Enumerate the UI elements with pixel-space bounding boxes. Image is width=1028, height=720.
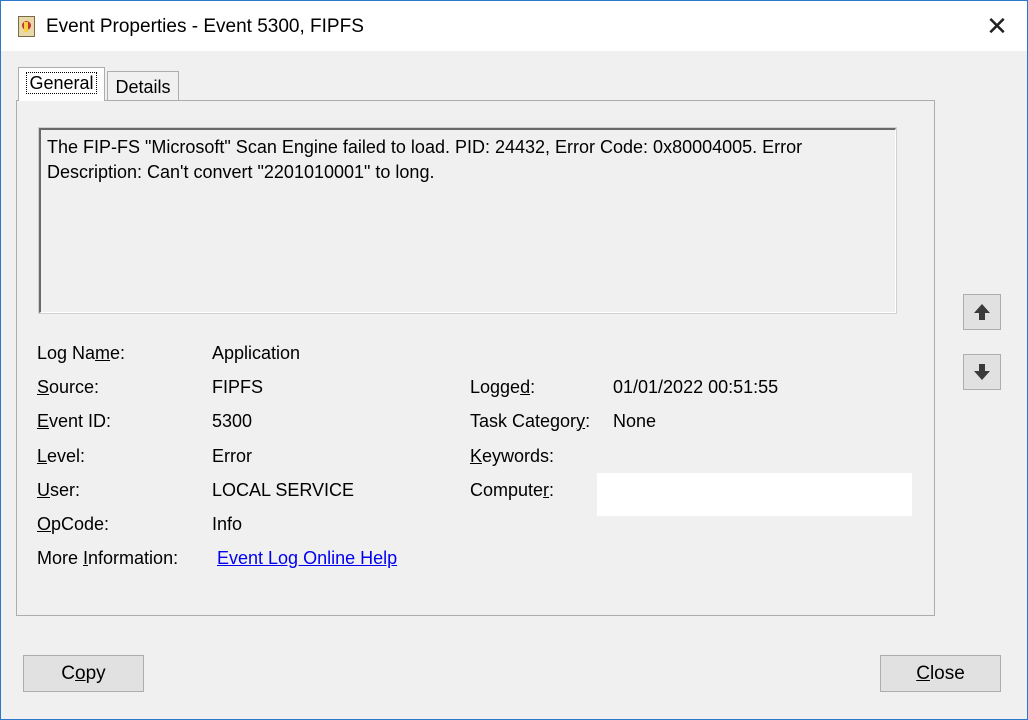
computer-label: Computer: (470, 479, 554, 501)
event-description[interactable]: The FIP-FS "Microsoft" Scan Engine faile… (38, 127, 897, 314)
event-viewer-icon (18, 16, 35, 37)
user-label-access-key: U (37, 480, 50, 500)
task-category-label: Task Category: (470, 410, 590, 432)
next-event-button[interactable] (963, 354, 1001, 390)
tab-details-label: Details (115, 77, 171, 97)
copy-button-b: py (85, 663, 106, 684)
keywords-label-access-key: K (470, 446, 483, 466)
level-value: Error (212, 446, 252, 466)
close-button-b: lose (929, 663, 965, 684)
tab-details[interactable]: Details (107, 71, 179, 101)
log-name-label-access-key: m (95, 343, 111, 363)
close-button[interactable]: Close (880, 655, 1001, 692)
user-label: User: (37, 479, 80, 501)
source-label-b: ource: (49, 377, 100, 397)
computer-label-b: : (549, 480, 555, 500)
event-id-label: Event ID: (37, 410, 111, 432)
task-category-label-a: Task Categor (470, 411, 577, 431)
logged-label-access-key: d (520, 377, 531, 397)
logged-value: 01/01/2022 00:51:55 (613, 377, 779, 397)
computer-label-a: Compute (470, 480, 544, 500)
logged-label-b: : (530, 377, 536, 397)
close-icon[interactable]: ✕ (983, 13, 1011, 39)
logged-label: Logged: (470, 376, 535, 398)
user-value: LOCAL SERVICE (212, 480, 355, 500)
event-log-online-help-link[interactable]: Event Log Online Help (217, 547, 397, 569)
event-id-label-access-key: E (37, 411, 50, 431)
more-information-label: More Information: (37, 547, 178, 569)
source-value: FIPFS (212, 377, 264, 397)
level-label-b: evel: (47, 446, 86, 466)
log-name-value: Application (212, 343, 301, 363)
opcode-label: OpCode: (37, 513, 109, 535)
window-title: Event Properties - Event 5300, FIPFS (46, 16, 364, 37)
event-id-value: 5300 (212, 411, 253, 431)
tab-general-label: General (26, 72, 97, 94)
source-label: Source: (37, 376, 99, 398)
logged-label-a: Logge (470, 377, 521, 397)
keywords-label-b: eywords: (482, 446, 555, 466)
user-label-b: ser: (50, 480, 81, 500)
more-information-label-b: nformation: (88, 548, 179, 568)
level-label: Level: (37, 445, 85, 467)
event-id-label-b: vent ID: (49, 411, 112, 431)
log-name-label-a: Log Na (37, 343, 96, 363)
task-category-value: None (613, 411, 657, 431)
opcode-value: Info (212, 514, 243, 534)
source-label-access-key: S (37, 377, 50, 397)
task-category-label-b: : (585, 411, 591, 431)
more-information-label-a: More (37, 548, 84, 568)
title-bar: Event Properties - Event 5300, FIPFS ✕ (1, 1, 1027, 51)
task-category-label-access-key: y (576, 411, 586, 431)
previous-event-button[interactable] (963, 294, 1001, 330)
close-button-access-key: C (916, 663, 930, 684)
copy-button[interactable]: Copy (23, 655, 144, 692)
tab-general[interactable]: General (18, 67, 105, 101)
keywords-label: Keywords: (470, 445, 554, 467)
log-name-label-b: e: (110, 343, 126, 363)
arrow-up-icon (974, 304, 990, 320)
copy-button-a: C (61, 663, 76, 684)
arrow-down-icon (974, 364, 990, 380)
opcode-label-access-key: O (37, 514, 52, 534)
opcode-label-b: pCode: (51, 514, 110, 534)
log-name-label: Log Name: (37, 342, 125, 364)
level-label-access-key: L (37, 446, 48, 466)
copy-button-access-key: o (75, 663, 86, 684)
computer-value-field[interactable] (597, 473, 912, 516)
event-properties-window: Event Properties - Event 5300, FIPFS ✕ G… (0, 0, 1028, 720)
